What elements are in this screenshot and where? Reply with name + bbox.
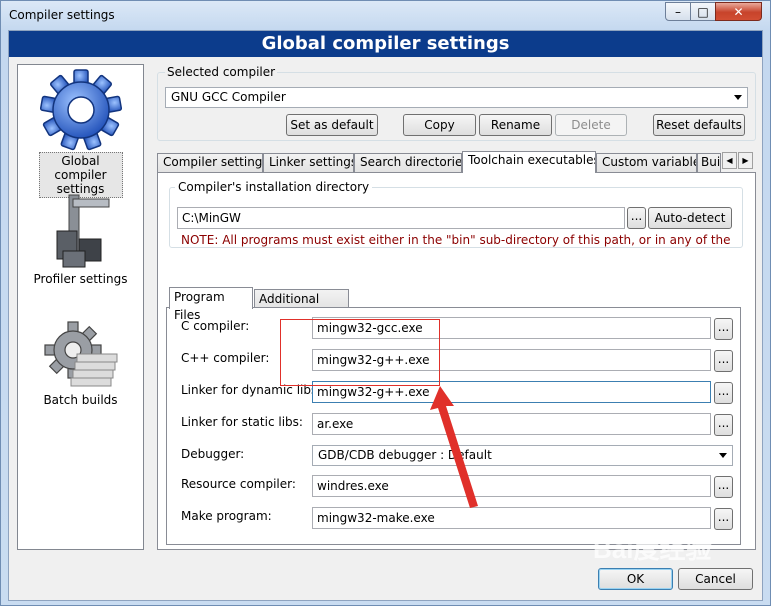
minimize-button[interactable]: – (665, 2, 691, 21)
dialog-client-area: Global compiler settings Global compiler… (8, 30, 763, 601)
compiler-select-value: GNU GCC Compiler (171, 90, 286, 104)
tab-scroll-left-icon[interactable]: ◀ (722, 152, 737, 169)
maximize-button[interactable]: □ (690, 2, 716, 21)
install-dir-note: NOTE: All programs must exist either in … (181, 233, 731, 247)
tab-program-files[interactable]: Program Files (169, 287, 253, 322)
cpp-compiler-field[interactable]: mingw32-g++.exe (312, 349, 711, 371)
toolchain-panel: Compiler's installation directory C:\Min… (157, 172, 756, 550)
install-dir-field[interactable]: C:\MinGW (177, 207, 625, 229)
debugger-select-value: GDB/CDB debugger : Default (318, 448, 492, 462)
minimize-icon: – (675, 4, 681, 19)
compiler-settings-window: Compiler settings – □ ✕ Global compiler … (0, 0, 771, 606)
category-list: Global compiler settings Profiler settin… (17, 64, 144, 550)
set-as-default-button[interactable]: Set as default (286, 114, 378, 136)
reset-defaults-button[interactable]: Reset defaults (653, 114, 745, 136)
resource-compiler-label: Resource compiler: (181, 477, 296, 491)
dynamic-linker-label: Linker for dynamic libs: (181, 383, 322, 397)
static-linker-browse-button[interactable]: ... (714, 414, 733, 436)
chevron-down-icon (719, 453, 727, 458)
cancel-button[interactable]: Cancel (678, 568, 753, 590)
close-button[interactable]: ✕ (715, 2, 762, 21)
debugger-label: Debugger: (181, 447, 245, 461)
resource-compiler-browse-button[interactable]: ... (714, 476, 733, 498)
ok-button[interactable]: OK (598, 568, 673, 590)
caliper-icon (56, 194, 109, 268)
make-program-browse-button[interactable]: ... (714, 508, 733, 530)
cpp-compiler-browse-button[interactable]: ... (714, 350, 733, 372)
batch-gear-icon (43, 321, 117, 387)
selected-compiler-label: Selected compiler (165, 65, 278, 79)
title-bar[interactable]: Compiler settings – □ ✕ (1, 1, 770, 29)
make-program-label: Make program: (181, 509, 272, 523)
dynamic-linker-field[interactable]: mingw32-g++.exe (312, 381, 711, 403)
maximize-icon: □ (697, 4, 709, 19)
window-title: Compiler settings (9, 8, 115, 22)
compiler-select[interactable]: GNU GCC Compiler (165, 87, 748, 108)
sidebar-item-label: Batch builds (43, 393, 118, 407)
tab-scroll-right-icon[interactable]: ▶ (738, 152, 753, 169)
delete-button[interactable]: Delete (555, 114, 627, 136)
resource-compiler-field[interactable]: windres.exe (312, 475, 711, 497)
make-program-field[interactable]: mingw32-make.exe (312, 507, 711, 529)
install-dir-label: Compiler's installation directory (175, 180, 373, 194)
sidebar-item-label: Profiler settings (33, 272, 128, 286)
static-linker-field[interactable]: ar.exe (312, 413, 711, 435)
chevron-down-icon (734, 95, 742, 100)
tab-build-options[interactable]: Bui (697, 153, 721, 172)
close-icon: ✕ (733, 4, 744, 19)
copy-button[interactable]: Copy (403, 114, 476, 136)
cpp-compiler-label: C++ compiler: (181, 351, 270, 365)
page-title: Global compiler settings (9, 31, 762, 57)
sidebar-item-global-compiler[interactable]: Global compiler settings (18, 68, 143, 198)
debugger-select[interactable]: GDB/CDB debugger : Default (312, 445, 733, 466)
c-compiler-field[interactable]: mingw32-gcc.exe (312, 317, 711, 339)
tab-toolchain-executables[interactable]: Toolchain executables (462, 151, 596, 173)
sidebar-item-profiler[interactable]: Profiler settings (18, 191, 143, 287)
install-dir-browse-button[interactable]: ... (627, 207, 646, 229)
tab-compiler-settings[interactable]: Compiler settings (157, 153, 263, 172)
gear-icon (39, 69, 122, 151)
c-compiler-browse-button[interactable]: ... (714, 318, 733, 340)
tab-additional-paths[interactable]: Additional Paths (254, 289, 349, 324)
tab-linker-settings[interactable]: Linker settings (263, 153, 354, 172)
static-linker-label: Linker for static libs: (181, 415, 303, 429)
program-files-panel: C compiler: mingw32-gcc.exe ... C++ comp… (166, 307, 741, 545)
tab-custom-variables[interactable]: Custom variables (596, 153, 697, 172)
rename-button[interactable]: Rename (479, 114, 552, 136)
auto-detect-button[interactable]: Auto-detect (648, 207, 732, 229)
dynamic-linker-browse-button[interactable]: ... (714, 382, 733, 404)
tab-search-directories[interactable]: Search directories (354, 153, 462, 172)
sidebar-item-batch-builds[interactable]: Batch builds (18, 320, 143, 408)
